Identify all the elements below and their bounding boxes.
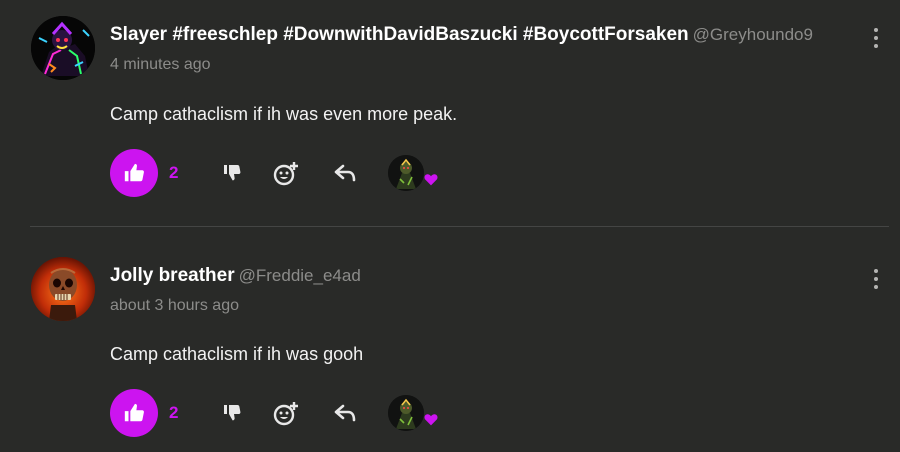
- skull-avatar: [31, 257, 95, 321]
- heart-icon: [424, 173, 438, 191]
- like-count: 2: [169, 403, 179, 422]
- character-avatar: [388, 395, 424, 431]
- user-handle[interactable]: @Greyhoundo9: [693, 25, 813, 44]
- reaction-summary[interactable]: [388, 393, 440, 433]
- dislike-button[interactable]: [218, 159, 246, 187]
- add-emoji-icon: [273, 402, 298, 426]
- user-avatar[interactable]: [31, 257, 95, 321]
- comment-body: Camp cathaclism if ih was even more peak…: [110, 104, 458, 124]
- character-avatar: [388, 155, 424, 191]
- reactor-avatar: [388, 395, 424, 431]
- heart-icon: [424, 413, 438, 431]
- more-options-button[interactable]: [866, 26, 886, 50]
- thumbs-up-icon: [124, 403, 144, 422]
- reactor-avatar: [388, 155, 424, 191]
- comment-item: Jolly breather @Freddie_e4ad about 3 hour…: [0, 227, 900, 452]
- comment-header: Slayer #freeschlep #DownwithDavidBaszuck…: [110, 24, 813, 46]
- add-reaction-button[interactable]: [271, 399, 299, 427]
- dislike-button[interactable]: [218, 399, 246, 427]
- display-name[interactable]: Slayer #freeschlep #DownwithDavidBaszuck…: [110, 24, 689, 45]
- like-button[interactable]: [110, 149, 158, 197]
- add-reaction-button[interactable]: [271, 159, 299, 187]
- reply-icon: [334, 404, 356, 422]
- reply-button[interactable]: [331, 399, 359, 427]
- comment-timestamp: 4 minutes ago: [110, 56, 211, 73]
- user-handle[interactable]: @Freddie_e4ad: [239, 266, 361, 285]
- comment-timestamp: about 3 hours ago: [110, 297, 239, 314]
- display-name[interactable]: Jolly breather: [110, 265, 235, 286]
- add-emoji-icon: [273, 162, 298, 186]
- thumbs-down-icon: [224, 165, 241, 181]
- comment-item: Slayer #freeschlep #DownwithDavidBaszuck…: [0, 0, 900, 226]
- comment-body: Camp cathaclism if ih was gooh: [110, 344, 364, 364]
- more-options-button[interactable]: [866, 267, 886, 291]
- comment-header: Jolly breather @Freddie_e4ad: [110, 265, 361, 287]
- like-count: 2: [169, 163, 179, 182]
- comment-feed: Slayer #freeschlep #DownwithDavidBaszuck…: [0, 0, 900, 452]
- user-avatar[interactable]: [31, 16, 95, 80]
- reply-button[interactable]: [331, 159, 359, 187]
- glitch-character-avatar: [31, 16, 95, 80]
- thumbs-up-icon: [124, 163, 144, 182]
- reaction-summary[interactable]: [388, 153, 440, 193]
- thumbs-down-icon: [224, 405, 241, 421]
- like-button[interactable]: [110, 389, 158, 437]
- reply-icon: [334, 164, 356, 182]
